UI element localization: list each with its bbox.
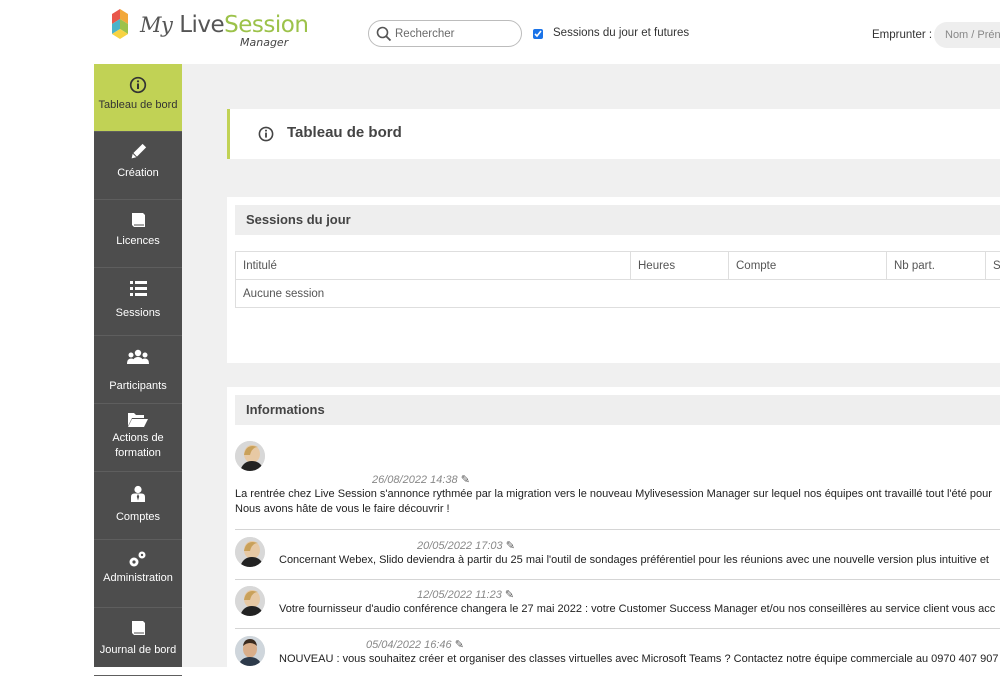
info-date: 05/04/2022 16:46 ✎ xyxy=(366,638,464,651)
column-header-intitule[interactable]: Intitulé xyxy=(236,252,631,280)
sidebar-item-label: Administration xyxy=(94,571,182,586)
divider xyxy=(235,628,1000,629)
user-icon xyxy=(94,485,182,503)
edit-pencil-icon[interactable]: ✎ xyxy=(461,474,470,486)
sessions-panel: Sessions du jour Intitulé Heures Compte … xyxy=(227,197,1000,363)
sidebar-item-label: Journal de bord xyxy=(94,643,182,658)
sidebar-item-tableau-de-bord[interactable]: Tableau de bord xyxy=(94,64,182,132)
sessions-table: Intitulé Heures Compte Nb part. St Aucun… xyxy=(235,251,1000,308)
info-panel-title: Informations xyxy=(246,402,325,417)
header: My LiveSession Manager Sessions du jour … xyxy=(0,0,1000,64)
sidebar-item-creation[interactable]: Création xyxy=(94,132,182,200)
search-icon xyxy=(376,26,392,42)
table-header-row: Intitulé Heures Compte Nb part. St xyxy=(236,252,1000,280)
sidebar-item-label: Sessions xyxy=(94,306,182,321)
borrow-label: Emprunter : xyxy=(872,29,932,41)
column-header-statut[interactable]: St xyxy=(986,252,1000,280)
list-item: 12/05/2022 11:23 ✎ Votre fournisseur d'a… xyxy=(235,586,1000,631)
users-icon xyxy=(94,349,182,367)
info-icon xyxy=(94,76,182,94)
table-row: Aucune session xyxy=(236,280,1000,308)
avatar xyxy=(235,537,265,567)
column-header-compte[interactable]: Compte xyxy=(729,252,887,280)
info-date: 26/08/2022 14:38 ✎ xyxy=(372,473,470,486)
column-header-nb-part[interactable]: Nb part. xyxy=(887,252,986,280)
info-icon xyxy=(258,126,274,142)
list-item: 05/04/2022 16:46 ✎ NOUVEAU : vous souhai… xyxy=(235,636,1000,681)
info-message-line2: Nous avons hâte de vous le faire découvr… xyxy=(235,502,450,517)
edit-pencil-icon[interactable]: ✎ xyxy=(505,589,514,601)
gears-icon xyxy=(94,549,182,569)
sidebar-item-sessions[interactable]: Sessions xyxy=(94,268,182,336)
sidebar-item-administration[interactable]: Administration xyxy=(94,540,182,608)
empty-sessions-text: Aucune session xyxy=(236,280,1000,308)
main-content: Tableau de bord Sessions du jour Intitul… xyxy=(182,64,1000,667)
avatar xyxy=(235,441,265,471)
sidebar-item-licences[interactable]: Licences xyxy=(94,200,182,268)
sidebar: Tableau de bord Création Licences Sessio… xyxy=(94,64,182,667)
info-panel: Informations 26/08/2022 14:38 ✎ La rentr… xyxy=(227,387,1000,677)
sessions-filter-label[interactable]: Sessions du jour et futures xyxy=(553,27,689,39)
sidebar-item-comptes[interactable]: Comptes xyxy=(94,472,182,540)
edit-pencil-icon[interactable]: ✎ xyxy=(455,639,464,651)
divider xyxy=(235,579,1000,580)
info-message-line1: Concernant Webex, Slido deviendra à part… xyxy=(279,553,989,568)
sessions-panel-header: Sessions du jour xyxy=(235,205,1000,235)
divider xyxy=(235,529,1000,530)
sidebar-item-label: Création xyxy=(94,166,182,181)
book-icon xyxy=(94,619,182,637)
list-icon xyxy=(94,279,182,297)
edit-pencil-icon[interactable]: ✎ xyxy=(506,540,515,552)
list-item: 20/05/2022 17:03 ✎ Concernant Webex, Sli… xyxy=(235,537,1000,582)
info-date: 12/05/2022 11:23 ✎ xyxy=(417,588,514,601)
sidebar-item-label: Actions de formation xyxy=(94,431,182,461)
info-panel-header: Informations xyxy=(235,395,1000,425)
search-input[interactable] xyxy=(395,25,515,43)
avatar xyxy=(235,586,265,616)
pencil-icon xyxy=(94,142,182,162)
info-message-line1: NOUVEAU : vous souhaitez créer et organi… xyxy=(279,652,998,667)
folder-open-icon xyxy=(94,410,182,428)
info-message-line1: La rentrée chez Live Session s'annonce r… xyxy=(235,487,992,502)
sidebar-item-label: Comptes xyxy=(94,510,182,525)
logo-subtitle: Manager xyxy=(240,36,288,49)
sidebar-item-journal-de-bord[interactable]: Journal de bord xyxy=(94,608,182,676)
logo-cube-icon xyxy=(110,8,136,40)
page-title-card: Tableau de bord xyxy=(227,109,1000,159)
info-message-line1: Votre fournisseur d'audio conférence cha… xyxy=(279,602,995,617)
sessions-filter-checkbox[interactable] xyxy=(533,29,543,39)
logo-wordmark: My LiveSession xyxy=(140,12,308,38)
sidebar-item-label: Tableau de bord xyxy=(94,98,182,113)
sidebar-item-participants[interactable]: Participants xyxy=(94,336,182,404)
avatar xyxy=(235,636,265,666)
borrow-name-input[interactable] xyxy=(934,22,1000,48)
info-date: 20/05/2022 17:03 ✎ xyxy=(417,539,515,552)
sidebar-item-label: Licences xyxy=(94,234,182,249)
mylivesession-logo[interactable]: My LiveSession Manager xyxy=(110,8,300,56)
sidebar-item-actions-de-formation[interactable]: Actions de formation xyxy=(94,404,182,472)
list-item: 26/08/2022 14:38 ✎ La rentrée chez Live … xyxy=(235,441,1000,526)
page-title: Tableau de bord xyxy=(287,124,402,141)
column-header-heures[interactable]: Heures xyxy=(631,252,729,280)
book-icon xyxy=(94,211,182,229)
search-box[interactable] xyxy=(368,20,522,47)
sidebar-item-label: Participants xyxy=(94,379,182,394)
sessions-panel-title: Sessions du jour xyxy=(246,212,351,227)
